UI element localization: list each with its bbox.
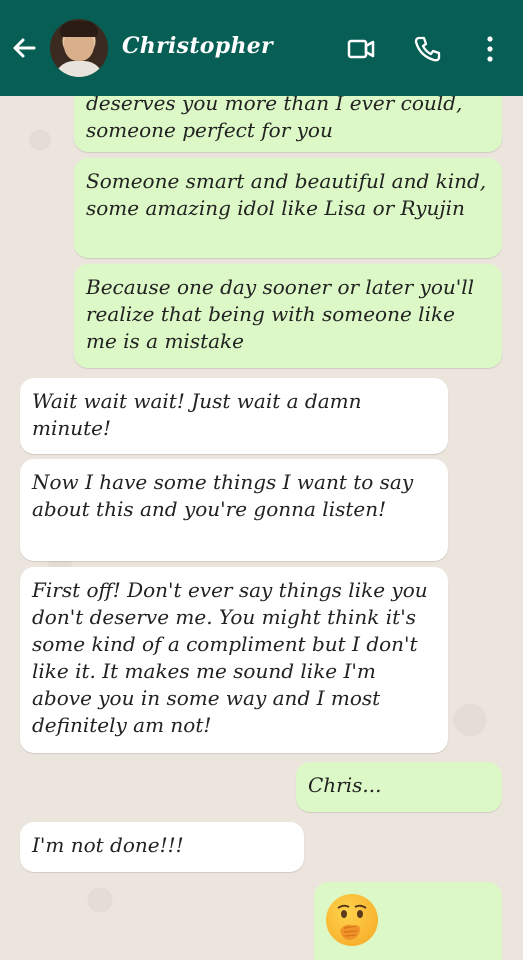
- message-bubble-incoming[interactable]: First off! Don't ever say things like yo…: [20, 567, 448, 753]
- message-text: deserves you more than I ever could, som…: [86, 91, 463, 142]
- message-text: I'm not done!!!: [32, 833, 184, 857]
- message-bubble-outgoing[interactable]: Chris...: [296, 762, 502, 812]
- message-text: Now I have some things I want to say abo…: [32, 470, 414, 521]
- message-text: First off! Don't ever say things like yo…: [32, 578, 428, 737]
- contact-name[interactable]: Christopher: [122, 33, 273, 59]
- message-text: Someone smart and beautiful and kind, so…: [86, 169, 487, 220]
- message-text: Chris...: [308, 773, 382, 797]
- message-bubble-outgoing[interactable]: Someone smart and beautiful and kind, so…: [74, 158, 502, 258]
- phone-icon[interactable]: [412, 34, 442, 64]
- more-options-icon[interactable]: [478, 34, 508, 64]
- message-text: Because one day sooner or later you'll r…: [86, 275, 475, 353]
- message-bubble-incoming[interactable]: Now I have some things I want to say abo…: [20, 459, 448, 561]
- message-bubble-outgoing[interactable]: Because one day sooner or later you'll r…: [74, 264, 502, 368]
- message-bubble-incoming[interactable]: Wait wait wait! Just wait a damn minute!: [20, 378, 448, 454]
- video-call-icon[interactable]: [346, 34, 376, 64]
- face-with-hand-over-mouth-emoji: [326, 894, 378, 946]
- message-bubble-incoming[interactable]: I'm not done!!!: [20, 822, 304, 872]
- avatar[interactable]: [50, 19, 108, 77]
- back-arrow-icon[interactable]: [10, 34, 38, 62]
- chat-header: Christopher: [0, 0, 523, 96]
- message-text: Wait wait wait! Just wait a damn minute!: [32, 389, 362, 440]
- message-bubble-outgoing[interactable]: [314, 882, 502, 960]
